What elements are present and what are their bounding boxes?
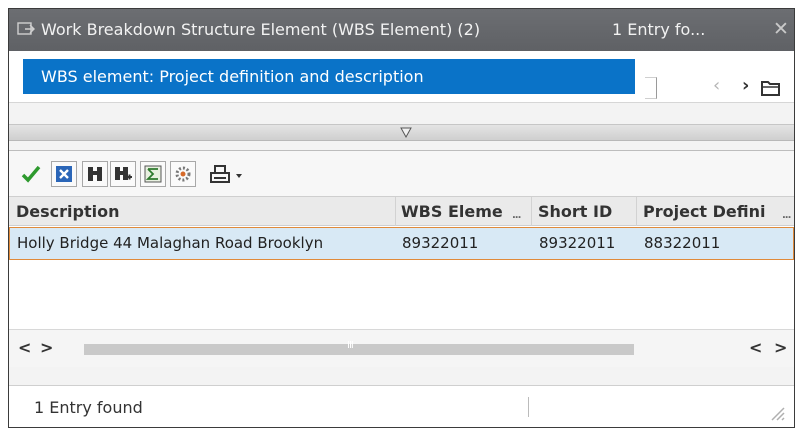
cell-description: Holly Bridge 44 Malaghan Road Brooklyn bbox=[17, 234, 324, 252]
dropdown-selected-label: WBS element: Project definition and desc… bbox=[41, 67, 424, 86]
column-header-wbs-element[interactable]: WBS Eleme bbox=[401, 202, 526, 221]
binoculars-icon bbox=[88, 167, 102, 181]
column-header-short-id[interactable]: Short ID bbox=[538, 202, 638, 221]
dialog-title: Work Breakdown Structure Element (WBS El… bbox=[41, 20, 481, 39]
resize-grip-icon[interactable] bbox=[764, 400, 786, 422]
find-next-button[interactable] bbox=[110, 161, 136, 187]
sum-icon bbox=[144, 165, 162, 183]
checkmark-icon bbox=[21, 165, 41, 183]
column-divider bbox=[531, 197, 532, 226]
printer-icon bbox=[210, 165, 230, 183]
previous-icon[interactable]: ‹ bbox=[713, 75, 720, 96]
settings-icon bbox=[175, 166, 191, 182]
table-row[interactable]: Holly Bridge 44 Malaghan Road Brooklyn 8… bbox=[9, 227, 794, 260]
print-button[interactable] bbox=[205, 161, 235, 187]
folder-icon[interactable] bbox=[761, 79, 781, 97]
grip-icon: III bbox=[347, 340, 354, 351]
column-header-project-definition[interactable]: Project Defini bbox=[643, 202, 791, 221]
column-header-description[interactable]: Description bbox=[16, 202, 396, 221]
search-input[interactable] bbox=[645, 77, 657, 99]
horizontal-scrollbar[interactable]: < > III < > bbox=[9, 329, 794, 367]
next-icon[interactable]: › bbox=[742, 75, 749, 96]
cell-project-definition: 88322011 bbox=[644, 234, 721, 252]
status-text: 1 Entry found bbox=[34, 398, 143, 417]
sum-button[interactable] bbox=[140, 161, 166, 187]
cell-wbs-element: 89322011 bbox=[402, 234, 479, 252]
accept-button[interactable] bbox=[18, 161, 44, 187]
status-divider bbox=[528, 397, 529, 417]
cancel-icon bbox=[56, 166, 72, 182]
dialog-icon bbox=[17, 22, 35, 35]
search-help-dropdown-item[interactable]: WBS element: Project definition and desc… bbox=[23, 59, 635, 94]
entry-count-label: 1 Entry fo... bbox=[612, 20, 706, 39]
scroll-right-icon[interactable]: > bbox=[40, 338, 53, 357]
collapse-arrow-icon[interactable] bbox=[400, 127, 412, 139]
cancel-button[interactable] bbox=[51, 161, 77, 187]
chevron-down-icon[interactable] bbox=[235, 169, 243, 179]
scroll-thumb[interactable]: III bbox=[84, 340, 634, 355]
list-toolbar bbox=[9, 151, 794, 196]
truncation-mark: ... bbox=[782, 210, 791, 221]
result-list-panel: Description WBS Eleme ... Short ID Proje… bbox=[9, 150, 794, 367]
scroll-page-right-icon[interactable]: > bbox=[774, 338, 787, 357]
title-bar[interactable]: Work Breakdown Structure Element (WBS El… bbox=[9, 9, 794, 51]
truncation-mark: ... bbox=[512, 210, 521, 221]
column-divider bbox=[395, 197, 396, 226]
close-icon[interactable]: ✕ bbox=[773, 18, 789, 40]
scroll-page-left-icon[interactable]: < bbox=[749, 338, 762, 357]
column-divider bbox=[636, 197, 637, 226]
table-header: Description WBS Eleme ... Short ID Proje… bbox=[9, 196, 794, 226]
splitter[interactable] bbox=[9, 124, 794, 141]
status-bar: 1 Entry found bbox=[9, 385, 794, 427]
settings-button[interactable] bbox=[170, 161, 196, 187]
scroll-left-icon[interactable]: < bbox=[18, 338, 31, 357]
cell-short-id: 89322011 bbox=[539, 234, 616, 252]
binoculars-plus-icon bbox=[115, 167, 132, 180]
find-button[interactable] bbox=[82, 161, 108, 187]
